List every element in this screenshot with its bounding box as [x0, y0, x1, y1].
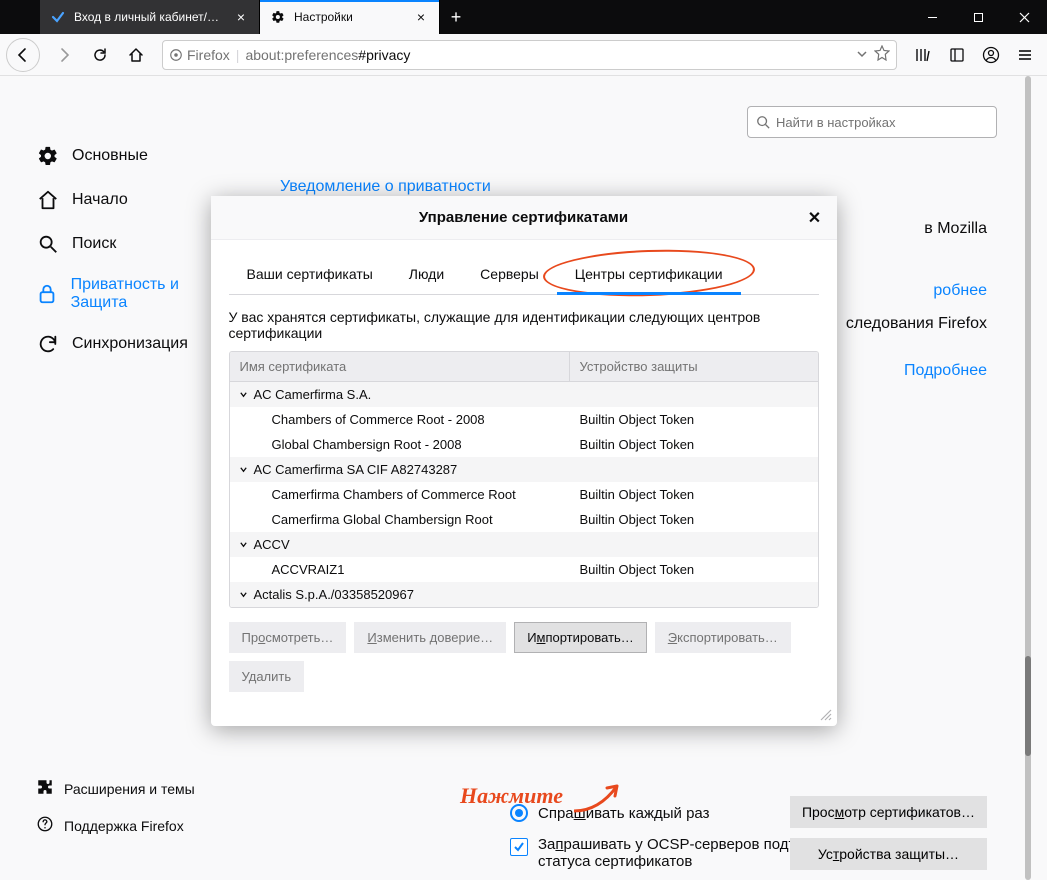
sidebar-button[interactable] [941, 39, 973, 71]
url-text: about:preferences#privacy [245, 47, 850, 63]
window-titlebar: Вход в личный кабинет/СБИС × Настройки ×… [0, 0, 1047, 34]
url-dropdown-icon[interactable] [856, 47, 868, 63]
cert-row[interactable]: Global Chambersign Root - 2008Builtin Ob… [230, 432, 818, 457]
tab-your-certificates[interactable]: Ваши сертификаты [229, 256, 391, 294]
column-name[interactable]: Имя сертификата [230, 352, 570, 381]
category-general[interactable]: Основные [36, 134, 230, 178]
cert-row[interactable]: Camerfirma Chambers of Commerce RootBuil… [230, 482, 818, 507]
dialog-tabs: Ваши сертификаты Люди Серверы Центры сер… [229, 256, 819, 295]
certificate-manager-dialog: Управление сертификатами ✕ Ваши сертифик… [211, 196, 837, 726]
dialog-actions: Просмотреть… Изменить доверие… Импортиро… [229, 608, 819, 698]
chevron-down-icon [238, 540, 250, 549]
library-button[interactable] [907, 39, 939, 71]
support-link[interactable]: Поддержка Firefox [36, 807, 195, 844]
table-header: Имя сертификата Устройство защиты [230, 352, 818, 382]
search-icon [36, 232, 60, 256]
cert-row[interactable]: Chambers of Commerce Root - 2008Builtin … [230, 407, 818, 432]
extensions-link[interactable]: Расширения и темы [36, 770, 195, 807]
checkbox-icon [510, 838, 528, 856]
browser-tab-1[interactable]: Вход в личный кабинет/СБИС × [40, 0, 260, 34]
question-icon [36, 815, 54, 836]
chevron-down-icon [238, 590, 250, 599]
preferences-sidebar: Основные Начало Поиск Приватность и Защи… [0, 94, 230, 880]
dialog-description: У вас хранятся сертификаты, служащие для… [229, 309, 819, 341]
reload-button[interactable] [84, 39, 116, 71]
import-button[interactable]: Импортировать… [514, 622, 647, 653]
dialog-title: Управление сертификатами [419, 209, 628, 226]
tab-label: Вход в личный кабинет/СБИС [74, 10, 225, 24]
url-bar[interactable]: Firefox | about:preferences#privacy [162, 40, 897, 70]
gear-icon [36, 144, 60, 168]
category-home[interactable]: Начало [36, 178, 230, 222]
certificate-table: Имя сертификата Устройство защиты AC Cam… [229, 351, 819, 608]
back-button[interactable] [6, 38, 40, 72]
scrollbar-track[interactable] [1025, 76, 1031, 880]
chevron-down-icon [238, 465, 250, 474]
close-window-button[interactable] [1001, 0, 1047, 34]
puzzle-icon [36, 778, 54, 799]
tab-close-icon[interactable]: × [413, 9, 429, 25]
lock-icon [36, 282, 59, 306]
mozilla-text-fragment: в Mozilla [924, 220, 987, 238]
resize-grip-icon[interactable] [211, 708, 837, 726]
search-icon [756, 115, 770, 129]
tab-servers[interactable]: Серверы [462, 256, 557, 294]
gear-icon [270, 9, 286, 25]
cert-group[interactable]: AC Camerfirma SA CIF A82743287 [230, 457, 818, 482]
home-icon [36, 188, 60, 212]
identity-label: Firefox [187, 47, 230, 63]
sync-icon [36, 332, 60, 356]
preferences-page: Основные Начало Поиск Приватность и Защи… [0, 76, 1047, 880]
search-preferences-input[interactable]: Найти в настройках [747, 106, 997, 138]
cert-group[interactable]: Actalis S.p.A./03358520967 [230, 582, 818, 607]
view-button: Просмотреть… [229, 622, 347, 653]
account-button[interactable] [975, 39, 1007, 71]
new-tab-button[interactable]: + [440, 0, 472, 34]
radio-icon [510, 804, 528, 822]
learn-more-fragment[interactable]: робнее [933, 282, 987, 300]
browser-tab-2[interactable]: Настройки × [260, 0, 440, 34]
bookmark-star-icon[interactable] [874, 45, 890, 64]
tab-authorities[interactable]: Центры сертификации [557, 256, 741, 294]
cert-group[interactable]: AC Camerfirma S.A. [230, 382, 818, 407]
studies-text-fragment: следования Firefox [846, 315, 987, 333]
cert-row[interactable]: Camerfirma Global Chambersign RootBuilti… [230, 507, 818, 532]
category-sync[interactable]: Синхронизация [36, 322, 230, 366]
menu-button[interactable] [1009, 39, 1041, 71]
minimize-button[interactable] [909, 0, 955, 34]
export-button: Экспортировать… [655, 622, 791, 653]
cert-row[interactable]: ACCVRAIZ1Builtin Object Token [230, 557, 818, 582]
tab-people[interactable]: Люди [391, 256, 462, 294]
tab-label: Настройки [294, 10, 405, 24]
cert-group[interactable]: ACCV [230, 532, 818, 557]
category-privacy[interactable]: Приватность и Защита [36, 266, 230, 322]
dialog-close-button[interactable]: ✕ [803, 206, 827, 230]
dialog-header: Управление сертификатами ✕ [211, 196, 837, 240]
firefox-icon [169, 48, 183, 62]
browser-toolbar: Firefox | about:preferences#privacy [0, 34, 1047, 76]
delete-button: Удалить [229, 661, 305, 692]
scrollbar-thumb[interactable] [1025, 656, 1031, 756]
privacy-notice-link[interactable]: Уведомление о приватности [280, 178, 1007, 196]
edit-trust-button: Изменить доверие… [354, 622, 506, 653]
tab-favicon-sbis [50, 9, 66, 25]
tab-close-icon[interactable]: × [233, 9, 249, 25]
forward-button [48, 39, 80, 71]
identity-box[interactable]: Firefox [169, 47, 230, 63]
view-certificates-button[interactable]: Просмотр сертификатов… [790, 796, 987, 828]
chevron-down-icon [238, 390, 250, 399]
window-controls [909, 0, 1047, 34]
home-button[interactable] [120, 39, 152, 71]
browser-tabs: Вход в личный кабинет/СБИС × Настройки ×… [0, 0, 472, 34]
maximize-button[interactable] [955, 0, 1001, 34]
learn-more-link[interactable]: Подробнее [904, 362, 987, 380]
security-devices-button[interactable]: Устройства защиты… [790, 838, 987, 870]
category-search[interactable]: Поиск [36, 222, 230, 266]
column-device[interactable]: Устройство защиты [570, 352, 818, 381]
